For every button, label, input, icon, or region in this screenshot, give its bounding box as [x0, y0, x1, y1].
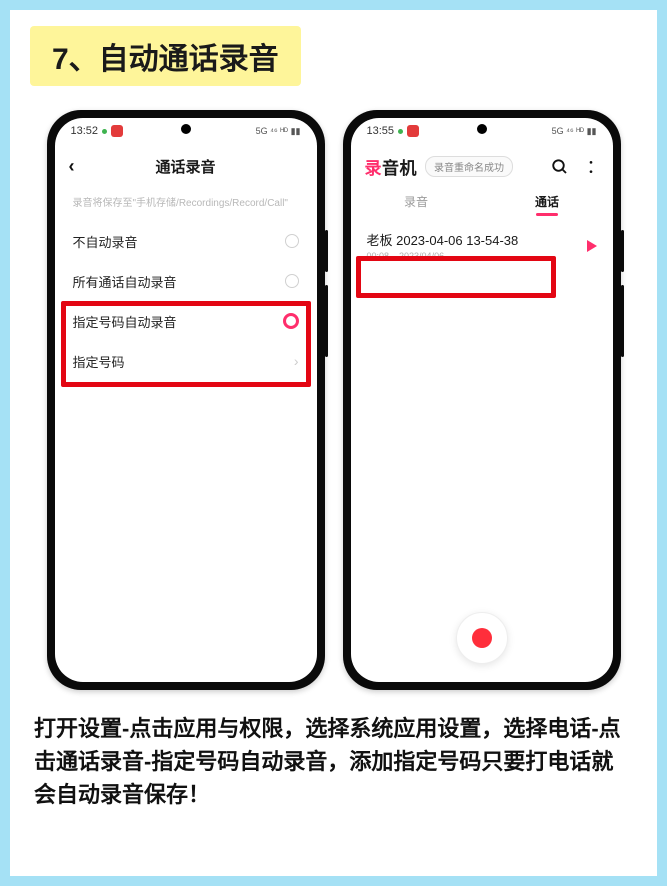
- phone-right: 13:55 5G ⁴⁶ ᴴᴰ ▮▮ 录音机 录音重命名成功: [343, 110, 621, 690]
- tabs: 录音 通话: [351, 185, 613, 220]
- status-left: 13:52: [71, 125, 124, 137]
- app-title-accent: 录: [365, 159, 383, 178]
- tab-calls[interactable]: 通话: [482, 193, 613, 216]
- app-title-rest: 音机: [382, 159, 417, 178]
- wechat-icon: [102, 129, 107, 134]
- toast-message: 录音重命名成功: [425, 156, 513, 177]
- wechat-icon: [398, 129, 403, 134]
- header-actions: [551, 158, 599, 176]
- app-header: 录音机 录音重命名成功: [351, 144, 613, 185]
- tab-recordings[interactable]: 录音: [351, 193, 482, 216]
- status-bar: 13:55 5G ⁴⁶ ᴴᴰ ▮▮: [351, 118, 613, 144]
- radio-off-icon: [285, 274, 299, 288]
- more-icon[interactable]: [583, 159, 599, 175]
- app-icon: [407, 125, 419, 137]
- page-title: 通话录音: [155, 156, 215, 177]
- signal-icons: 5G ⁴⁶ ᴴᴰ ▮▮: [552, 126, 597, 137]
- status-left: 13:55: [367, 125, 420, 137]
- back-icon[interactable]: ‹: [69, 156, 75, 177]
- record-button-container: [456, 612, 508, 664]
- camera-hole: [181, 124, 191, 134]
- instructions-caption: 打开设置-点击应用与权限，选择系统应用设置，选择电话-点击通话录音-指定号码自动…: [30, 712, 637, 811]
- annotation-highlight: [356, 256, 556, 298]
- page-header: ‹ 通话录音: [55, 144, 317, 188]
- screen-right: 13:55 5G ⁴⁶ ᴴᴰ ▮▮ 录音机 录音重命名成功: [351, 118, 613, 682]
- section-title: 7、自动通话录音: [30, 26, 301, 86]
- search-icon[interactable]: [551, 158, 569, 176]
- radio-off-icon: [285, 234, 299, 248]
- option-label: 不自动录音: [73, 232, 138, 251]
- app-title: 录音机: [365, 154, 418, 179]
- storage-note: 录音将保存至"手机存储/Recordings/Record/Call": [55, 188, 317, 221]
- status-time: 13:55: [367, 125, 395, 137]
- record-icon: [472, 628, 492, 648]
- status-bar: 13:52 5G ⁴⁶ ᴴᴰ ▮▮: [55, 118, 317, 144]
- signal-icons: 5G ⁴⁶ ᴴᴰ ▮▮: [256, 126, 301, 137]
- status-right: 5G ⁴⁶ ᴴᴰ ▮▮: [552, 126, 597, 137]
- play-icon[interactable]: [587, 240, 597, 252]
- option-no-auto[interactable]: 不自动录音: [73, 221, 299, 261]
- screen-left: 13:52 5G ⁴⁶ ᴴᴰ ▮▮ ‹ 通话录音 录音将保存至"手机存储/Rec…: [55, 118, 317, 682]
- option-label: 所有通话自动录音: [73, 272, 177, 291]
- status-time: 13:52: [71, 125, 99, 137]
- phones-container: 13:52 5G ⁴⁶ ᴴᴰ ▮▮ ‹ 通话录音 录音将保存至"手机存储/Rec…: [30, 110, 637, 690]
- record-button[interactable]: [456, 612, 508, 664]
- status-right: 5G ⁴⁶ ᴴᴰ ▮▮: [256, 126, 301, 137]
- app-icon: [111, 125, 123, 137]
- annotation-highlight: [61, 301, 311, 387]
- option-all-auto[interactable]: 所有通话自动录音: [73, 261, 299, 301]
- entry-title: 老板 2023-04-06 13-54-38: [367, 230, 587, 249]
- phone-left: 13:52 5G ⁴⁶ ᴴᴰ ▮▮ ‹ 通话录音 录音将保存至"手机存储/Rec…: [47, 110, 325, 690]
- camera-hole: [477, 124, 487, 134]
